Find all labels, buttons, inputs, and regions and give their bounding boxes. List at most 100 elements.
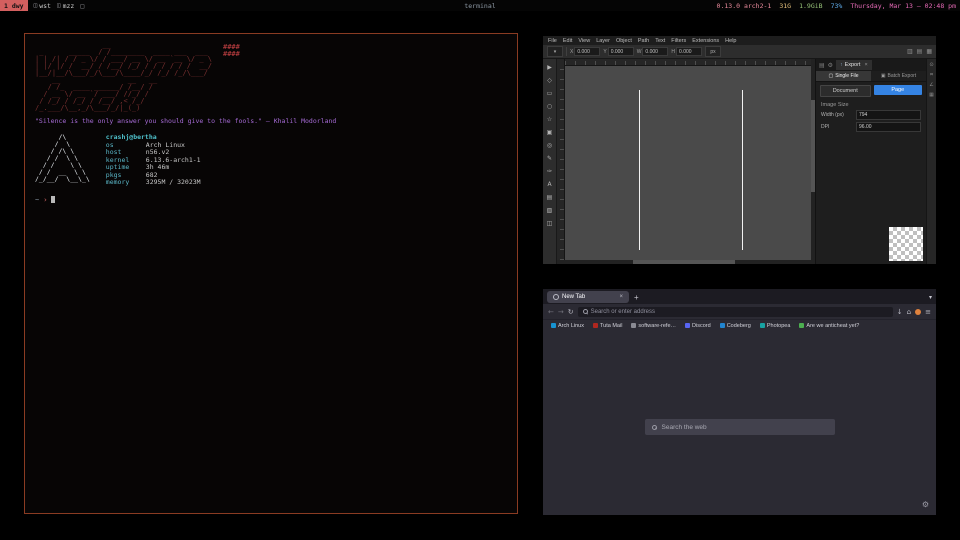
reload-icon[interactable]: ↻ [568,308,574,316]
units-dropdown[interactable]: px [705,46,721,57]
export-width-input[interactable]: 794 [856,110,921,120]
page-button[interactable]: Page [874,85,923,95]
hscroll-thumb[interactable] [633,260,735,264]
bookmark-photopea[interactable]: Photopea [760,323,791,329]
address-placeholder: Search or enter address [591,309,655,315]
snap-icon[interactable]: ▦ [929,92,934,98]
toolbar-icon[interactable]: ▦ [926,48,932,55]
menu-view[interactable]: View [578,38,590,44]
arch-logo-ascii: /\ / \ / /\ \ / / \ \ / / \ \ / / __ \ \… [35,134,90,187]
rectangle-tool-icon[interactable]: ▭ [544,87,555,99]
toolbar-icon[interactable]: ▤ [917,48,923,55]
favicon [760,323,765,328]
bookmark-codeberg[interactable]: Codeberg [720,323,751,329]
width-input[interactable]: 0.000 [642,47,668,56]
y-input[interactable]: 0.000 [608,47,634,56]
snap-icon[interactable]: ∠ [929,82,933,88]
canvas-body [557,66,811,260]
text-tool-icon[interactable]: A [544,178,555,190]
pencil-tool-icon[interactable]: ✎ [544,152,555,164]
active-tab[interactable]: New Tab × [547,291,629,303]
bookmark-tuta-mail[interactable]: Tuta Mail [593,323,622,329]
profile-avatar[interactable] [915,309,921,315]
tab-close-icon[interactable]: × [619,294,623,300]
menu-path[interactable]: Path [638,38,649,44]
selector-tool-icon[interactable]: ▶ [544,61,555,73]
bookmark-anticheat[interactable]: Are we anticheat yet? [799,323,859,329]
statusbar-window-mzz[interactable]: ◫ mzz [57,2,74,10]
dock-dialog-icon[interactable]: ⚙ [828,62,833,69]
address-bar[interactable]: Search or enter address [578,307,893,317]
statusbar-modules: 0.13.0 arch2-1 31G 1.9GiB 73% Thursday, … [717,2,960,10]
pen-tool-icon[interactable]: ✑ [544,165,555,177]
browser-window: New Tab × + ▾ ← → ↻ Search or enter addr… [543,289,936,515]
bookmark-arch-linux[interactable]: Arch Linux [551,323,584,329]
mesh-tool-icon[interactable]: ▧ [544,204,555,216]
fetch-output: /\ / \ / /\ \ / / \ \ / / \ \ / / __ \ \… [35,134,507,187]
close-icon[interactable]: × [864,62,867,68]
web-search-input[interactable]: Search the web [645,419,835,435]
export-icon: ↑ [840,62,843,68]
ellipse-tool-icon[interactable]: ○ [544,100,555,112]
inkscape-window: File Edit View Layer Object Path Text Fi… [543,36,936,264]
drawing-canvas[interactable] [565,66,811,260]
selection-dropdown[interactable]: ▾ [547,46,563,57]
prompt-symbol: › [43,196,47,204]
menu-filters[interactable]: Filters [671,38,686,44]
node-tool-icon[interactable]: ◇ [544,74,555,86]
new-tab-button[interactable]: + [634,293,639,302]
list-all-tabs-icon[interactable]: ▾ [929,294,932,301]
box3d-tool-icon[interactable]: ▣ [544,126,555,138]
bookmark-discord[interactable]: Discord [685,323,711,329]
export-dpi-input[interactable]: 96.00 [856,122,921,132]
fetch-info: crashj@bertha osArch Linux hostn56.v2 ke… [106,134,201,187]
new-tab-content: Search the web ⚙ [543,331,936,515]
horizontal-scrollbar[interactable] [557,260,811,264]
height-input[interactable]: 0.000 [676,47,702,56]
menu-object[interactable]: Object [616,38,632,44]
home-icon[interactable]: ⌂ [907,308,911,316]
favicon [799,323,804,328]
menu-extensions[interactable]: Extensions [692,38,719,44]
tab-single-file[interactable]: ▢ Single File [816,71,871,81]
dropper-tool-icon[interactable]: ◫ [544,217,555,229]
batch-export-icon: ▣ [881,73,886,79]
snap-icon[interactable]: ⊙ [929,62,933,68]
browser-nav-bar: ← → ↻ Search or enter address ↓ ⌂ ≡ [543,304,936,320]
horizontal-ruler[interactable] [565,59,811,66]
star-tool-icon[interactable]: ☆ [544,113,555,125]
menu-help[interactable]: Help [725,38,736,44]
x-input[interactable]: 0.000 [574,47,600,56]
export-area-buttons: Document Page [816,82,926,100]
status-memory: 1.9GiB [799,2,822,10]
snap-icon[interactable]: ⌗ [930,72,933,78]
back-icon[interactable]: ← [548,308,554,316]
customize-gear-icon[interactable]: ⚙ [922,500,929,509]
document-button[interactable]: Document [820,85,871,97]
gradient-tool-icon[interactable]: ▤ [544,191,555,203]
menu-edit[interactable]: Edit [563,38,572,44]
vscroll-thumb[interactable] [811,100,815,192]
menu-icon[interactable]: ≡ [925,308,931,316]
favicon [720,323,725,328]
menu-text[interactable]: Text [655,38,665,44]
dock-tab-strip: ▤ ⚙ ↑ Export × [816,59,926,71]
toolbar-icon[interactable]: ▥ [907,48,913,55]
export-dock-tab[interactable]: ↑ Export × [836,60,872,70]
terminal-window[interactable]: __ _ _____ / /________ ____ ___ ___ | | … [24,33,518,514]
vertical-scrollbar[interactable] [811,59,815,264]
tab-batch-export[interactable]: ▣ Batch Export [871,71,926,81]
menu-file[interactable]: File [548,38,557,44]
workspace-tag[interactable]: 1 dwy [0,0,28,11]
bookmark-software-refe[interactable]: software-refe… [631,323,676,329]
browser-tab-bar: New Tab × + ▾ [543,289,936,304]
menu-layer[interactable]: Layer [596,38,610,44]
spiral-tool-icon[interactable]: ◎ [544,139,555,151]
downloads-icon[interactable]: ↓ [897,308,903,316]
vertical-ruler[interactable] [557,66,565,260]
prompt-cwd: ~ [35,196,39,204]
forward-icon[interactable]: → [558,308,564,316]
statusbar-window-wst[interactable]: ◫ wst [34,2,51,10]
shell-prompt[interactable]: ~ › [35,196,507,204]
dock-dialog-icon[interactable]: ▤ [819,62,825,69]
